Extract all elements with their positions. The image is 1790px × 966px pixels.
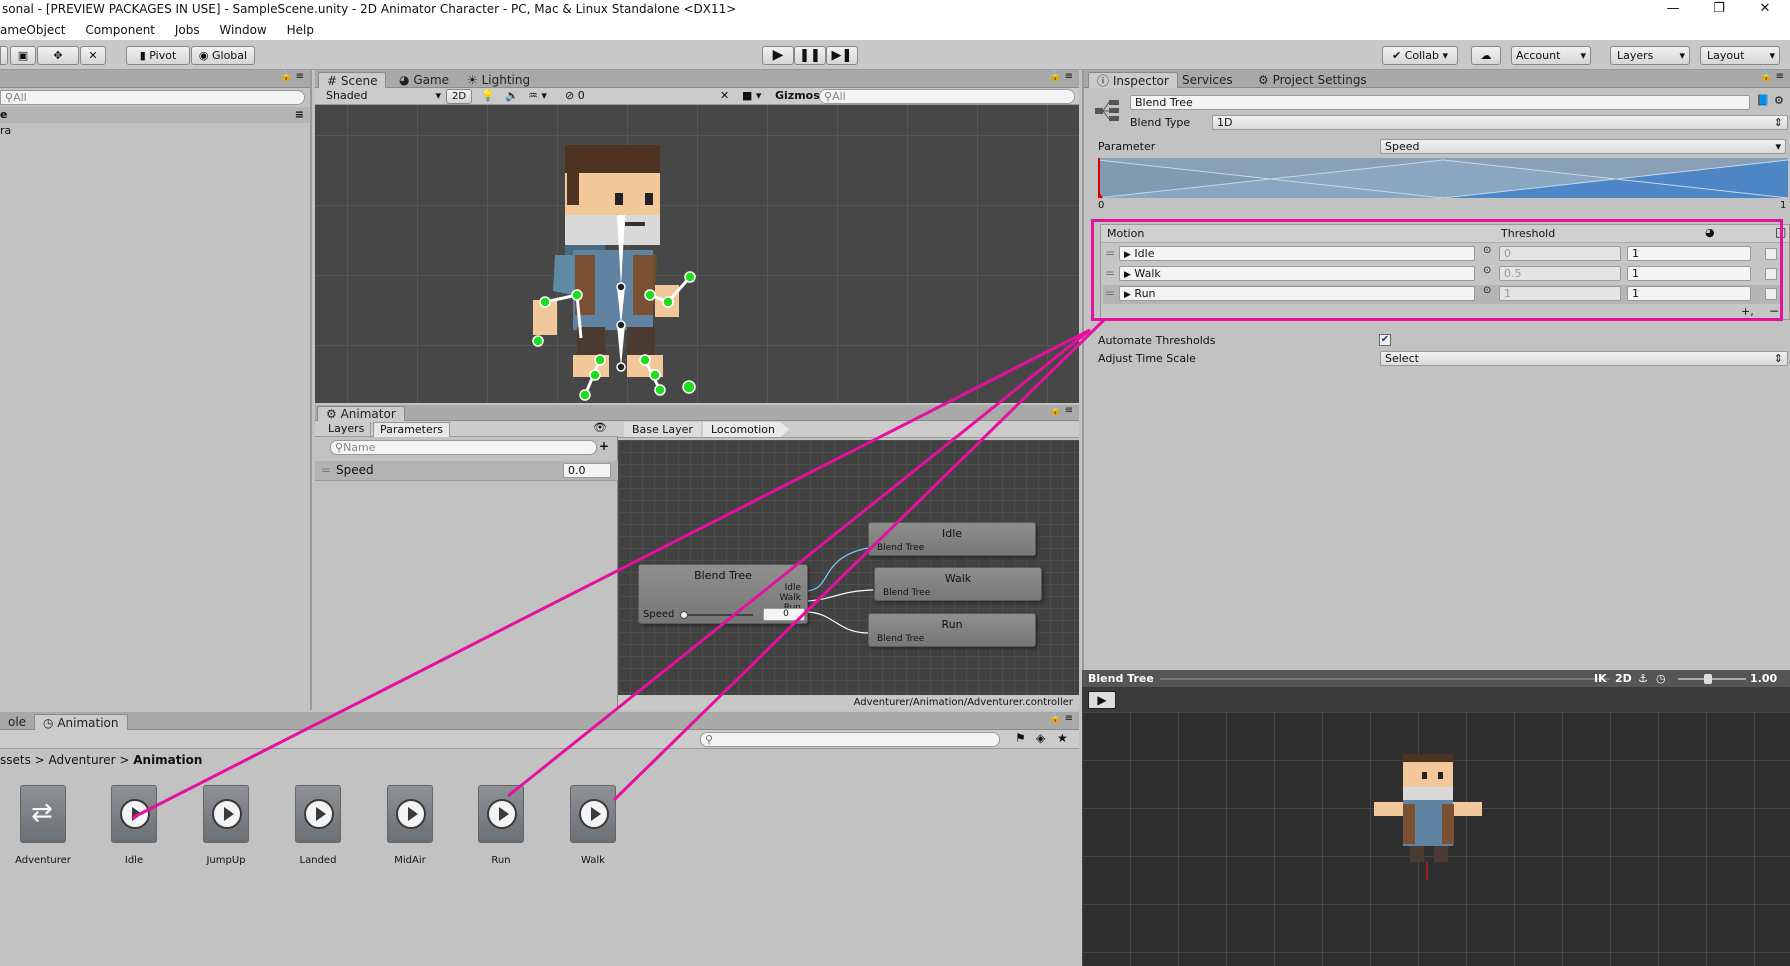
annotation-lines [131, 318, 1106, 820]
